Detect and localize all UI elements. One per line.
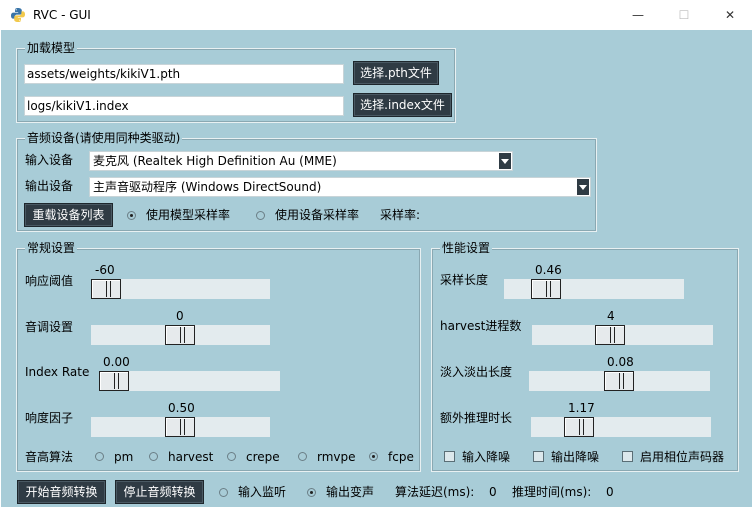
f0-fcpe-label[interactable]: fcpe	[388, 450, 414, 464]
noise-output-label[interactable]: 输出降噪	[551, 450, 599, 464]
input-device-select[interactable]: 麦克风 (Realtek High Definition Au (MME)	[89, 151, 513, 171]
extra-time-slider[interactable]	[531, 417, 711, 437]
input-monitor-label[interactable]: 输入监听	[238, 485, 286, 499]
rms-mix-slider-handle[interactable]	[165, 417, 195, 437]
device-samplerate-label[interactable]: 使用设备采样率	[275, 208, 359, 222]
extra-time-slider-handle[interactable]	[564, 417, 594, 437]
index-rate-value: 0.00	[103, 355, 130, 369]
threshold-value: -60	[95, 263, 115, 277]
output-voice-label[interactable]: 输出变声	[326, 485, 374, 499]
load-model-group-label: 加载模型	[25, 41, 78, 55]
f0-fcpe-radio[interactable]	[369, 452, 378, 461]
device-samplerate-radio[interactable]	[256, 211, 265, 220]
model-samplerate-radio[interactable]	[127, 211, 136, 220]
audio-device-group-label: 音频设备(请使用同种类驱动)	[25, 131, 183, 145]
f0-rmvpe-radio[interactable]	[298, 452, 307, 461]
output-voice-radio[interactable]	[307, 488, 316, 497]
pitch-label: 音调设置	[25, 320, 74, 334]
delay-value: 0	[489, 485, 497, 499]
title-bar: RVC - GUI — ☐ ✕	[0, 0, 753, 30]
samplerate-readout-label: 采样率:	[380, 208, 421, 222]
block-time-value: 0.46	[535, 263, 562, 277]
minimize-button[interactable]: —	[615, 0, 661, 30]
phase-vocoder-label[interactable]: 启用相位声码器	[640, 450, 724, 464]
input-monitor-radio[interactable]	[219, 488, 228, 497]
pitch-value: 0	[176, 309, 184, 323]
f0-method-label: 音高算法	[25, 450, 74, 464]
block-time-label: 采样长度	[440, 273, 489, 287]
maximize-button[interactable]: ☐	[661, 0, 707, 30]
f0-crepe-label[interactable]: crepe	[246, 450, 280, 464]
n-cpu-slider-handle[interactable]	[595, 325, 625, 345]
chevron-down-icon[interactable]	[577, 179, 589, 195]
general-settings-group-label: 常规设置	[25, 241, 78, 255]
window-title: RVC - GUI	[33, 8, 91, 22]
threshold-label: 响应阈值	[25, 274, 74, 288]
input-device-value: 麦克风 (Realtek High Definition Au (MME)	[93, 154, 337, 168]
chevron-down-icon[interactable]	[499, 153, 511, 169]
pitch-slider-handle[interactable]	[165, 325, 195, 345]
index-rate-slider-handle[interactable]	[99, 371, 129, 391]
f0-harvest-radio[interactable]	[149, 452, 158, 461]
python-logo-icon	[11, 8, 25, 22]
extra-time-label: 额外推理时长	[440, 411, 513, 425]
threshold-slider-handle[interactable]	[91, 279, 121, 299]
f0-pm-radio[interactable]	[95, 452, 104, 461]
select-index-button[interactable]: 选择.index文件	[353, 93, 452, 117]
index-rate-label: Index Rate	[25, 365, 90, 379]
noise-input-label[interactable]: 输入降噪	[462, 450, 510, 464]
rms-mix-value: 0.50	[168, 401, 195, 415]
performance-settings-group-label: 性能设置	[440, 241, 493, 255]
f0-crepe-radio[interactable]	[227, 452, 236, 461]
start-conversion-button[interactable]: 开始音频转换	[17, 480, 106, 504]
crossfade-label: 淡入淡出长度	[440, 365, 513, 379]
crossfade-slider-handle[interactable]	[604, 371, 634, 391]
n-cpu-label: harvest进程数	[440, 319, 522, 333]
window-client-area: 加载模型 assets/weights/kikiV1.pth 选择.pth文件 …	[1, 30, 752, 507]
n-cpu-value: 4	[607, 309, 615, 323]
model-samplerate-label[interactable]: 使用模型采样率	[146, 208, 230, 222]
noise-output-checkbox[interactable]	[533, 451, 544, 462]
phase-vocoder-checkbox[interactable]	[622, 451, 633, 462]
output-device-label: 输出设备	[25, 179, 74, 193]
output-device-select[interactable]: 主声音驱动程序 (Windows DirectSound)	[89, 177, 591, 197]
f0-rmvpe-label[interactable]: rmvpe	[317, 450, 356, 464]
infer-time-value: 0	[606, 485, 614, 499]
f0-harvest-label[interactable]: harvest	[168, 450, 213, 464]
crossfade-value: 0.08	[607, 355, 634, 369]
extra-time-value: 1.17	[568, 401, 595, 415]
select-pth-button[interactable]: 选择.pth文件	[353, 61, 439, 85]
stop-conversion-button[interactable]: 停止音频转换	[115, 480, 204, 504]
input-device-label: 输入设备	[25, 153, 74, 167]
reload-devices-button[interactable]: 重载设备列表	[24, 203, 113, 227]
output-device-value: 主声音驱动程序 (Windows DirectSound)	[93, 180, 322, 194]
close-button[interactable]: ✕	[707, 0, 753, 30]
infer-time-label: 推理时间(ms):	[512, 485, 592, 499]
rms-mix-label: 响度因子	[25, 411, 74, 425]
index-path-input[interactable]: logs/kikiV1.index	[24, 96, 344, 116]
delay-label: 算法延迟(ms):	[395, 485, 475, 499]
pth-path-input[interactable]: assets/weights/kikiV1.pth	[24, 64, 344, 84]
block-time-slider-handle[interactable]	[531, 279, 561, 299]
f0-pm-label[interactable]: pm	[114, 450, 133, 464]
noise-input-checkbox[interactable]	[444, 451, 455, 462]
